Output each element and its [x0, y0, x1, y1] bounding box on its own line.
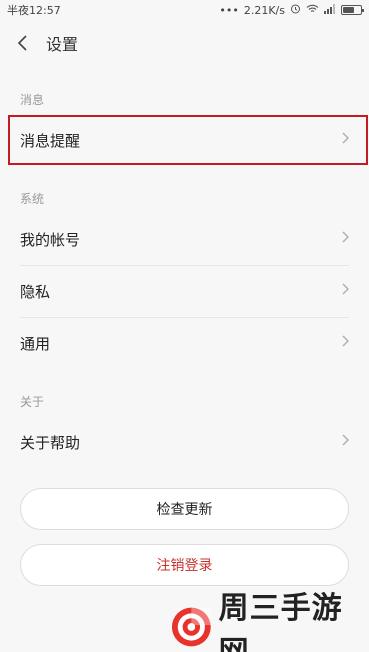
wifi-icon	[306, 4, 319, 17]
chevron-right-icon	[342, 283, 349, 299]
battery-level	[343, 7, 355, 13]
back-button[interactable]	[0, 20, 46, 66]
site-logo-icon	[171, 607, 211, 647]
status-dots: •••	[219, 3, 239, 17]
chevron-right-icon	[342, 231, 349, 247]
row-privacy-label: 隐私	[20, 282, 51, 301]
back-arrow-icon	[17, 35, 27, 51]
row-privacy[interactable]: 隐私	[0, 266, 369, 316]
header-bar: 设置	[0, 20, 369, 66]
row-account[interactable]: 我的帐号	[0, 214, 369, 264]
row-general[interactable]: 通用	[0, 318, 369, 368]
watermark-text: 周三手游网	[218, 591, 343, 652]
status-icons: ••• 2.21K/s	[219, 3, 364, 17]
alarm-icon	[290, 3, 301, 17]
row-general-label: 通用	[20, 334, 51, 353]
check-update-button[interactable]: 检查更新	[20, 488, 349, 530]
row-help-label: 关于帮助	[20, 433, 81, 452]
highlight-box	[8, 115, 368, 165]
watermark: 周三手游网	[170, 591, 369, 652]
row-help[interactable]: 关于帮助	[0, 417, 369, 467]
section-label-messages: 消息	[20, 93, 45, 107]
logout-button[interactable]: 注销登录	[20, 544, 349, 586]
section-label-about: 关于	[20, 395, 45, 409]
chevron-right-icon	[342, 434, 349, 450]
chevron-right-icon	[342, 335, 349, 351]
status-bar: 半夜12:57 ••• 2.21K/s	[0, 0, 369, 20]
battery-icon	[341, 5, 364, 15]
network-speed: 2.21K/s	[243, 3, 285, 17]
page-title: 设置	[46, 35, 79, 54]
section-label-system: 系统	[20, 192, 45, 206]
status-time: 半夜12:57	[7, 4, 61, 17]
row-account-label: 我的帐号	[20, 230, 81, 249]
signal-icon	[324, 3, 336, 17]
